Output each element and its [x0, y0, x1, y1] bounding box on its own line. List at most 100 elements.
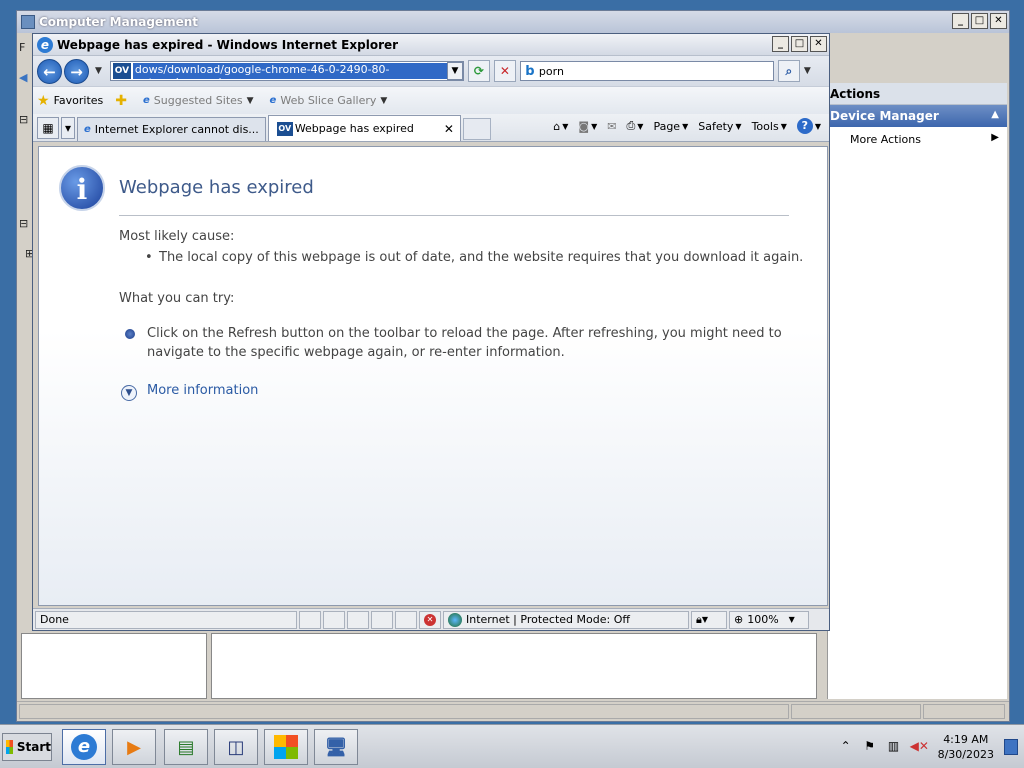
ie-minimize-button[interactable]: _ [772, 36, 789, 52]
search-box[interactable]: b [519, 61, 774, 81]
cause-label: Most likely cause: [119, 229, 235, 244]
blocked-icon: ✕ [424, 613, 436, 626]
status-text: Done [35, 610, 297, 629]
tab-webpage-expired[interactable]: OV Webpage has expired ✕ [267, 115, 461, 141]
zoom-icon: ⊕ [734, 613, 744, 626]
show-desktop-button[interactable] [1004, 739, 1018, 755]
help-icon: ? [796, 118, 813, 134]
page-content: i Webpage has expired Most likely cause:… [38, 146, 828, 606]
suggested-sites-button[interactable]: e Suggested Sites ▼ [143, 94, 258, 107]
home-button[interactable]: ⌂ ▼ [553, 120, 568, 133]
cm-tree-expand-icon-2[interactable]: ⊟ [19, 217, 28, 230]
clock-date: 8/30/2023 [937, 748, 994, 761]
feeds-button[interactable]: ◙ ▼ [578, 120, 597, 133]
ie-close-button[interactable]: ✕ [810, 36, 827, 52]
ie-logo-icon: e [37, 36, 53, 53]
more-actions-item[interactable]: More Actions ▶ [828, 127, 1007, 146]
tab-ie-cannot-display[interactable]: e Internet Explorer cannot dis... [77, 117, 266, 141]
more-information-link[interactable]: More information [147, 383, 258, 398]
ie-tabbar: ▦ ▾ e Internet Explorer cannot dis... OV… [33, 114, 829, 142]
taskbar-internet-explorer[interactable]: e [62, 729, 106, 765]
page-menu[interactable]: Page ▼ [653, 120, 688, 133]
clock-time: 4:19 AM [943, 733, 989, 746]
cm-close-button[interactable]: ✕ [990, 13, 1007, 29]
print-button[interactable]: ⎙ ▼ [626, 119, 643, 133]
taskbar: Start e ▶ ▤ ◫ 🖥︎ ⌃ ⚑ ▥ ◀✕ 4:19 AM 8/30/2… [0, 724, 1024, 768]
recent-pages-dropdown[interactable]: ▼ [95, 66, 102, 76]
search-input[interactable] [538, 64, 773, 78]
taskbar-computer-management[interactable]: 🖥︎ [314, 729, 358, 765]
add-favorite-icon: ✚ [115, 92, 127, 109]
cm-tree-pane [21, 633, 207, 699]
tools-menu[interactable]: Tools ▼ [752, 120, 787, 133]
cm-titlebar[interactable]: Computer Management _ □ ✕ [17, 11, 1009, 33]
close-tab-icon[interactable]: ✕ [444, 122, 454, 136]
cm-tree-expand-icon[interactable]: ⊟ [19, 113, 28, 126]
cause-item: The local copy of this webpage is out of… [159, 250, 804, 265]
security-zone[interactable]: Internet | Protected Mode: Off [443, 610, 689, 629]
tab-list-button[interactable]: ▾ [61, 117, 75, 139]
monitor-icon: ▤ [177, 736, 195, 758]
globe-icon [448, 612, 462, 627]
volume-muted-icon[interactable]: ◀✕ [910, 739, 929, 755]
address-dropdown-button[interactable]: ▼ [446, 62, 463, 80]
stop-button[interactable]: ✕ [493, 60, 516, 82]
tools-menu-label: Tools [751, 119, 779, 133]
search-options-dropdown[interactable]: ▼ [804, 66, 811, 76]
try-item-line1: Click on the Refresh button on the toolb… [147, 326, 782, 341]
taskbar-task-manager[interactable]: ▤ [164, 729, 208, 765]
refresh-button[interactable]: ⟳ [467, 60, 490, 82]
rss-icon: ◙ [578, 119, 590, 133]
protected-mode-button[interactable]: 🔒︎ ▼ [691, 610, 727, 629]
address-bar[interactable]: OV dows/download/google-chrome-46-0-2490… [109, 61, 464, 81]
back-button[interactable]: ← [37, 58, 62, 84]
cm-status-seg [923, 704, 1005, 719]
start-button[interactable]: Start [2, 733, 52, 761]
taskbar-media-player[interactable]: ▶ [112, 729, 156, 765]
cm-back-icon[interactable]: ◀ [19, 71, 27, 84]
system-tray: ⌃ ⚑ ▥ ◀✕ 4:19 AM 8/30/2023 [838, 725, 1024, 768]
read-mail-button[interactable]: ✉ [607, 120, 616, 133]
zone-label: Internet | Protected Mode: Off [466, 613, 630, 626]
ie-navbar: ← → ▼ OV dows/download/google-chrome-46-… [33, 56, 829, 86]
status-seg [395, 610, 417, 629]
forward-button[interactable]: → [64, 58, 89, 84]
taskbar-window-app[interactable]: ◫ [214, 729, 258, 765]
device-manager-header[interactable]: Device Manager ▲ [828, 105, 1007, 127]
cm-title: Computer Management [39, 15, 198, 29]
chevron-down-icon: ▼ [380, 95, 388, 106]
ie-window: e Webpage has expired - Windows Internet… [32, 33, 830, 631]
page-menu-label: Page [653, 119, 681, 133]
cm-minimize-button[interactable]: _ [952, 13, 969, 29]
home-icon: ⌂ [553, 119, 561, 133]
collapse-up-icon[interactable]: ▲ [991, 109, 999, 120]
action-center-flag-icon[interactable]: ⚑ [862, 739, 878, 755]
ie-maximize-button[interactable]: □ [791, 36, 808, 52]
popup-blocker-status[interactable]: ✕ [419, 610, 441, 629]
web-slice-gallery-button[interactable]: e Web Slice Gallery ▼ [270, 94, 392, 107]
cm-status-seg [791, 704, 921, 719]
ie-titlebar[interactable]: e Webpage has expired - Windows Internet… [33, 34, 829, 56]
network-icon[interactable]: ▥ [886, 739, 902, 755]
zoom-button[interactable]: ⊕ 100% ▼ [729, 610, 809, 629]
expand-down-icon[interactable]: ▼ [121, 385, 137, 401]
search-button[interactable]: ⌕ [777, 60, 800, 82]
taskbar-windows-explorer[interactable] [264, 729, 308, 765]
clock[interactable]: 4:19 AM 8/30/2023 [938, 732, 994, 762]
site-favicon: OV [112, 63, 131, 79]
favorites-button[interactable]: ★ Favorites [37, 93, 103, 109]
safety-menu[interactable]: Safety ▼ [698, 120, 741, 133]
quick-tabs-button[interactable]: ▦ [37, 117, 59, 139]
new-tab-button[interactable] [462, 118, 491, 140]
cause-bullet: • [145, 250, 153, 265]
show-hidden-icons-button[interactable]: ⌃ [838, 739, 854, 755]
status-seg [323, 610, 345, 629]
address-input[interactable]: dows/download/google-chrome-46-0-2490-80… [132, 63, 447, 79]
add-to-favorites-bar-button[interactable]: ✚ [115, 93, 131, 109]
cm-menu-icon: F [19, 41, 26, 54]
help-menu[interactable]: ? ▼ [796, 118, 821, 134]
more-actions-label: More Actions [850, 133, 921, 146]
mail-icon: ✉ [607, 119, 617, 133]
status-seg [371, 610, 393, 629]
cm-maximize-button[interactable]: □ [971, 13, 988, 29]
